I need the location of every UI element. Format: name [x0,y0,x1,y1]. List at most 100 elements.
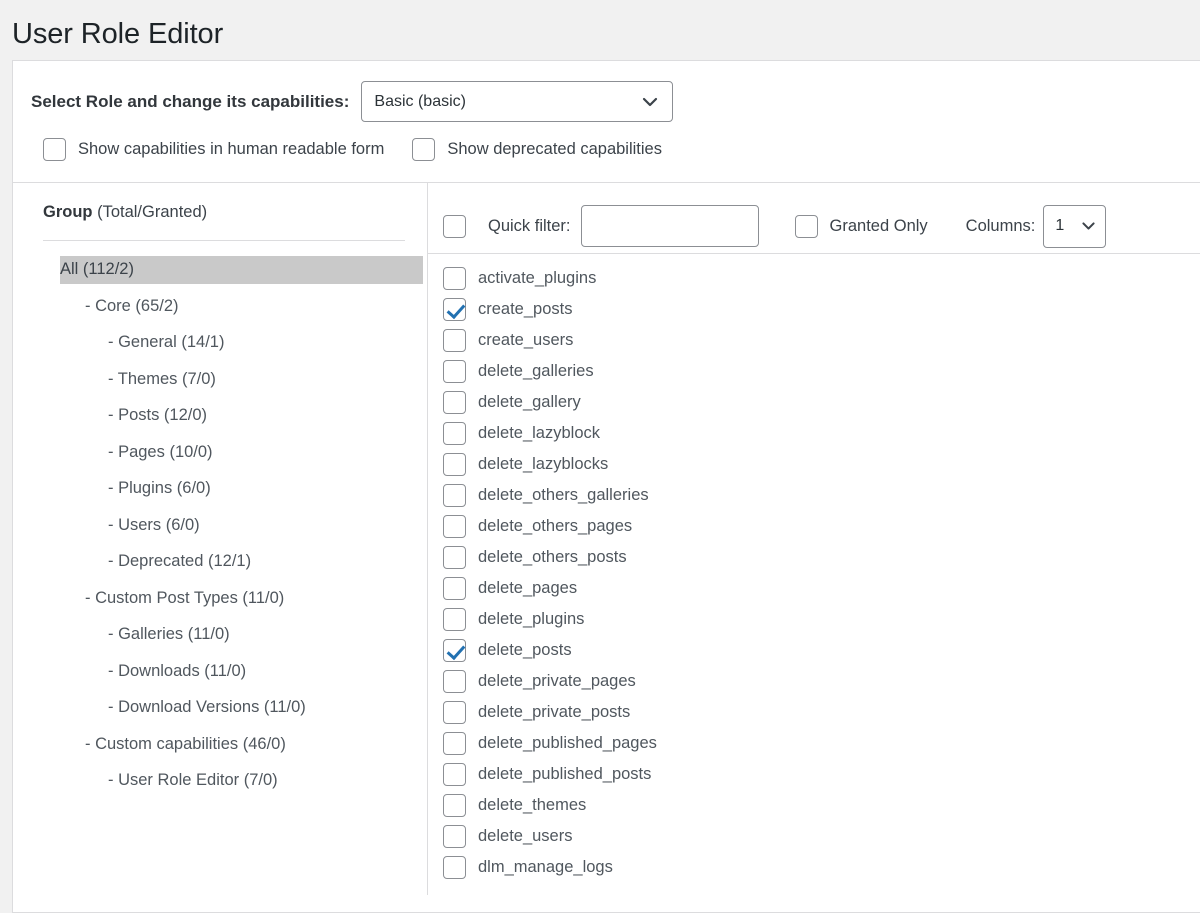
capability-checkbox[interactable] [443,825,466,848]
capability-label: delete_posts [478,641,572,659]
show-deprecated-label: Show deprecated capabilities [447,140,662,158]
capability-checkbox[interactable] [443,732,466,755]
capability-checkbox[interactable] [443,546,466,569]
role-select[interactable]: Basic (basic) [361,81,674,122]
capability-row[interactable]: delete_private_pages [443,666,1200,697]
group-tree-item[interactable]: - Deprecated (12/1) [108,548,427,576]
granted-only-toggle[interactable]: Granted Only [794,214,928,238]
group-header: Group (Total/Granted) [13,183,427,222]
group-tree-item[interactable]: - Downloads (11/0) [108,658,427,686]
user-role-editor-panel: Select Role and change its capabilities:… [12,60,1200,913]
group-tree-item[interactable]: - Core (65/2) [85,293,427,321]
group-tree-item[interactable]: - Download Versions (11/0) [108,694,427,722]
role-select-value: Basic (basic) [374,92,466,110]
group-tree-item[interactable]: - Pages (10/0) [108,439,427,467]
columns-select-value: 1 [1055,217,1065,234]
group-tree-item[interactable]: - General (14/1) [108,329,427,357]
capability-row[interactable]: delete_plugins [443,604,1200,635]
capability-checkbox[interactable] [443,453,466,476]
human-readable-label: Show capabilities in human readable form [78,140,385,158]
display-options-row: Show capabilities in human readable form… [13,122,1200,161]
capability-row[interactable]: delete_published_posts [443,759,1200,790]
capability-checkbox[interactable] [443,391,466,414]
capability-label: delete_pages [478,579,578,597]
capability-checkbox[interactable] [443,577,466,600]
capability-row[interactable]: activate_plugins [443,263,1200,294]
chevron-down-icon [1080,218,1097,235]
group-header-rest: (Total/Granted) [92,203,208,221]
capability-label: delete_others_posts [478,548,627,566]
capability-row[interactable]: delete_others_posts [443,542,1200,573]
group-tree-item[interactable]: All (112/2) [60,256,423,284]
capability-row[interactable]: dlm_manage_logs [443,852,1200,883]
capability-label: delete_published_posts [478,765,652,783]
capability-checkbox[interactable] [443,515,466,538]
capability-row[interactable]: delete_others_pages [443,511,1200,542]
capabilities-toolbar: Quick filter: Granted Only Columns: 1 [428,183,1200,253]
show-deprecated-toggle[interactable]: Show deprecated capabilities [412,138,662,161]
human-readable-toggle[interactable]: Show capabilities in human readable form [43,138,384,161]
group-tree-item[interactable]: - Galleries (11/0) [108,621,427,649]
capability-checkbox[interactable] [443,763,466,786]
capabilities-list: activate_plugins create_posts create_users… [428,254,1200,883]
chevron-down-icon [640,92,660,112]
human-readable-checkbox[interactable] [43,138,66,161]
capability-label: delete_galleries [478,362,594,380]
capability-label: delete_plugins [478,610,585,628]
group-tree-item[interactable]: - Themes (7/0) [108,366,427,394]
granted-only-label: Granted Only [829,216,928,235]
capability-row[interactable]: delete_others_galleries [443,480,1200,511]
group-tree-item[interactable]: - Users (6/0) [108,512,427,540]
select-role-label: Select Role and change its capabilities: [31,91,350,111]
capability-checkbox[interactable] [443,298,466,321]
capability-checkbox[interactable] [443,267,466,290]
capability-checkbox[interactable] [443,794,466,817]
capability-label: delete_others_pages [478,517,633,535]
capability-label: delete_lazyblocks [478,455,609,473]
group-tree-item[interactable]: - User Role Editor (7/0) [108,767,427,795]
capability-label: delete_published_pages [478,734,657,752]
capability-label: delete_gallery [478,393,581,411]
capability-row[interactable]: create_users [443,325,1200,356]
group-header-bold: Group [43,203,93,221]
columns-select[interactable]: 1 [1043,204,1107,248]
capability-checkbox[interactable] [443,639,466,662]
capability-row[interactable]: delete_lazyblocks [443,449,1200,480]
capability-row[interactable]: delete_users [443,821,1200,852]
capability-row[interactable]: delete_pages [443,573,1200,604]
granted-only-checkbox[interactable] [794,214,818,238]
capability-checkbox[interactable] [443,484,466,507]
capability-row[interactable]: delete_posts [443,635,1200,666]
capability-checkbox[interactable] [443,422,466,445]
capability-row[interactable]: delete_themes [443,790,1200,821]
page-title: User Role Editor [12,18,224,50]
capability-label: activate_plugins [478,269,597,287]
role-selection-row: Select Role and change its capabilities:… [13,61,1200,122]
quick-filter-input[interactable] [580,205,759,247]
capability-checkbox[interactable] [443,701,466,724]
capability-label: delete_private_posts [478,703,631,721]
columns-control: Columns: 1 [966,204,1107,248]
capability-row[interactable]: delete_gallery [443,387,1200,418]
capability-checkbox[interactable] [443,329,466,352]
capability-checkbox[interactable] [443,608,466,631]
capability-checkbox[interactable] [443,360,466,383]
show-deprecated-checkbox[interactable] [412,138,436,161]
group-tree-item[interactable]: - Custom Post Types (11/0) [85,585,427,613]
group-tree-item[interactable]: - Plugins (6/0) [108,475,427,503]
capability-row[interactable]: delete_lazyblock [443,418,1200,449]
capability-label: delete_lazyblock [478,424,600,442]
capability-row[interactable]: delete_private_posts [443,697,1200,728]
capability-label: dlm_manage_logs [478,858,613,876]
group-panel: Group (Total/Granted) All (112/2) - Core … [13,183,428,895]
capability-row[interactable]: delete_published_pages [443,728,1200,759]
capability-label: delete_private_pages [478,672,636,690]
capability-row[interactable]: delete_galleries [443,356,1200,387]
capability-checkbox[interactable] [443,856,466,879]
group-tree-item[interactable]: - Posts (12/0) [108,402,427,430]
capability-label: delete_themes [478,796,587,814]
select-all-checkbox[interactable] [443,214,466,238]
group-tree-item[interactable]: - Custom capabilities (46/0) [85,731,427,759]
capability-checkbox[interactable] [443,670,466,693]
capability-row[interactable]: create_posts [443,294,1200,325]
